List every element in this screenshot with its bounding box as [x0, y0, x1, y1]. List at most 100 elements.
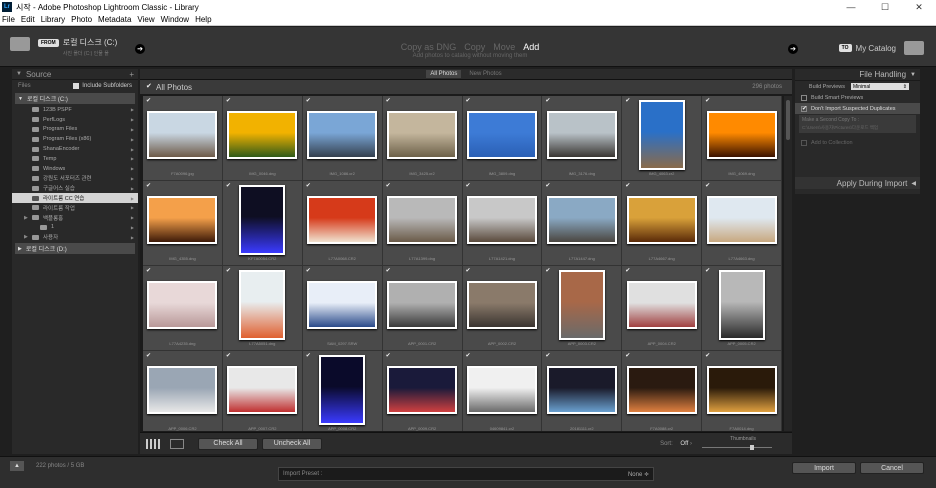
photo-cell[interactable]: ✔ IMG_1086.cr2: [302, 96, 383, 181]
photo-thumbnail[interactable]: [626, 280, 697, 329]
photo-checkbox[interactable]: ✔: [545, 267, 550, 274]
menu-item-library[interactable]: Library: [39, 15, 69, 24]
photo-thumbnail[interactable]: [706, 110, 777, 159]
folder-item[interactable]: Program Files (x86) ▶: [12, 134, 138, 144]
photo-thumbnail[interactable]: [638, 99, 685, 170]
photo-cell[interactable]: ✔ L77A0068.CR2: [302, 181, 383, 266]
photo-thumbnail[interactable]: [319, 354, 366, 425]
photo-checkbox[interactable]: ✔: [226, 97, 231, 104]
menu-item-help[interactable]: Help: [193, 15, 215, 24]
volume-d[interactable]: ▶ 로컬 디스크 (D:): [15, 243, 135, 255]
import-button[interactable]: Import: [792, 462, 856, 474]
photo-checkbox[interactable]: ✔: [386, 352, 391, 359]
photo-cell[interactable]: ✔ L77A4663.dng: [702, 181, 782, 266]
photo-cell[interactable]: ✔ KF7A0054.CR2: [222, 181, 303, 266]
photo-thumbnail[interactable]: [147, 280, 218, 329]
photo-cell[interactable]: ✔ APP_0001.CR2: [382, 266, 463, 351]
source-selector[interactable]: 로컬 디스크 (C:) 사진 폴더 (C:) 인물 폴: [63, 37, 118, 57]
maximize-button[interactable]: ☐: [868, 2, 902, 13]
photo-thumbnail[interactable]: [227, 365, 298, 414]
build-smart-previews-checkbox[interactable]: [801, 94, 807, 101]
photo-thumbnail[interactable]: [706, 195, 777, 244]
photo-checkbox[interactable]: ✔: [306, 352, 311, 359]
photo-checkbox[interactable]: ✔: [306, 182, 311, 189]
photo-checkbox[interactable]: ✔: [466, 267, 471, 274]
photo-cell[interactable]: ✔ APP_0007.CR2: [222, 351, 303, 431]
build-smart-previews-row[interactable]: Build Smart Previews: [795, 92, 920, 103]
photo-checkbox[interactable]: ✔: [226, 182, 231, 189]
folder-item[interactable]: 구글어스 실습 ▶: [12, 183, 138, 193]
photo-thumbnail[interactable]: [387, 110, 458, 159]
add-to-collection-row[interactable]: Add to Collection: [795, 137, 920, 148]
dont-import-duplicates-row[interactable]: ✔ Don't Import Suspected Duplicates: [795, 103, 920, 114]
folder-item[interactable]: 라이트룸 작업 ▶: [12, 203, 138, 213]
photo-cell[interactable]: ✔ 04609841.cr2: [462, 351, 543, 431]
photo-cell[interactable]: ✔ APP_0006.CR2: [143, 351, 223, 431]
check-all-button[interactable]: Check All: [198, 437, 258, 450]
check-icon[interactable]: ✔: [146, 83, 152, 90]
photo-thumbnail[interactable]: [626, 365, 697, 414]
folder-item[interactable]: ▶ 사용자 ▶: [12, 232, 138, 242]
menu-item-photo[interactable]: Photo: [69, 15, 96, 24]
photo-cell[interactable]: ✔ APP_0005.CR2: [702, 266, 782, 351]
loupe-view-icon[interactable]: [170, 438, 184, 449]
photo-checkbox[interactable]: ✔: [625, 352, 630, 359]
mode-add[interactable]: Add: [523, 42, 539, 52]
photo-thumbnail[interactable]: [546, 195, 617, 244]
photo-checkbox[interactable]: ✔: [466, 182, 471, 189]
photo-cell[interactable]: ✔ APP_0009.CR2: [382, 351, 463, 431]
file-handling-header[interactable]: File Handling ▼: [795, 69, 920, 81]
folder-item[interactable]: ▶ 백플롱홍 ▶: [12, 213, 138, 223]
filter-new-photos[interactable]: New Photos: [465, 70, 505, 78]
photo-cell[interactable]: ✔ F7A0014.dng: [702, 351, 782, 431]
photo-checkbox[interactable]: ✔: [705, 182, 710, 189]
menu-item-view[interactable]: View: [135, 15, 158, 24]
photo-thumbnail[interactable]: [307, 110, 378, 159]
photo-cell[interactable]: ✔ L77A1399.dng: [382, 181, 463, 266]
photo-cell[interactable]: ✔ 20181111.cr2: [542, 351, 623, 431]
grid-view-icon[interactable]: [146, 438, 160, 449]
photo-checkbox[interactable]: ✔: [545, 352, 550, 359]
menu-item-metadata[interactable]: Metadata: [96, 15, 135, 24]
mode-copy[interactable]: Copy: [464, 42, 485, 52]
photo-cell[interactable]: ✔ SAM_0297.SRW: [302, 266, 383, 351]
photo-thumbnail[interactable]: [466, 110, 537, 159]
folder-item[interactable]: PerfLogs ▶: [12, 115, 138, 125]
photo-thumbnail[interactable]: [147, 195, 218, 244]
mode-move[interactable]: Move: [493, 42, 515, 52]
photo-checkbox[interactable]: ✔: [466, 352, 471, 359]
photo-thumbnail[interactable]: [227, 110, 298, 159]
photo-thumbnail[interactable]: [466, 195, 537, 244]
add-source-icon[interactable]: +: [129, 70, 134, 79]
photo-checkbox[interactable]: ✔: [306, 267, 311, 274]
menu-item-edit[interactable]: Edit: [19, 15, 39, 24]
include-subfolders-checkbox[interactable]: [73, 83, 80, 89]
folder-item[interactable]: Windows ▶: [12, 164, 138, 174]
photo-thumbnail[interactable]: [466, 365, 537, 414]
photo-checkbox[interactable]: ✔: [625, 97, 630, 104]
cancel-button[interactable]: Cancel: [860, 462, 924, 474]
photo-checkbox[interactable]: ✔: [705, 267, 710, 274]
photo-thumbnail[interactable]: [147, 365, 218, 414]
photo-cell[interactable]: ✔ IMG_0046.dng: [222, 96, 303, 181]
folder-item[interactable]: Temp ▶: [12, 154, 138, 164]
photo-cell[interactable]: ✔ L77A4667.dng: [622, 181, 703, 266]
photo-thumbnail[interactable]: [307, 195, 378, 244]
photo-cell[interactable]: ✔ APP_0002.CR2: [462, 266, 543, 351]
photo-checkbox[interactable]: ✔: [146, 182, 151, 189]
photo-checkbox[interactable]: ✔: [226, 267, 231, 274]
import-preset-selector[interactable]: Import Preset : None ≑: [278, 467, 654, 481]
dont-import-duplicates-checkbox[interactable]: ✔: [801, 105, 807, 112]
photo-thumbnail[interactable]: [239, 269, 286, 340]
photo-cell[interactable]: ✔ L77A1421.dng: [462, 181, 543, 266]
photo-cell[interactable]: ✔ L77A5051.dng: [222, 266, 303, 351]
photo-thumbnail[interactable]: [558, 269, 605, 340]
photo-checkbox[interactable]: ✔: [306, 97, 311, 104]
photo-checkbox[interactable]: ✔: [146, 97, 151, 104]
folder-item[interactable]: 라이트룸 CC 연습 ▶: [12, 193, 138, 203]
sort-control[interactable]: Sort: Off ›: [660, 441, 692, 447]
photo-thumbnail[interactable]: [626, 195, 697, 244]
photo-cell[interactable]: ✔ L77A1447.dng: [542, 181, 623, 266]
volume-c[interactable]: ▼ 로컬 디스크 (C:): [15, 93, 135, 104]
photo-cell[interactable]: ✔ APP_0004.CR2: [622, 266, 703, 351]
